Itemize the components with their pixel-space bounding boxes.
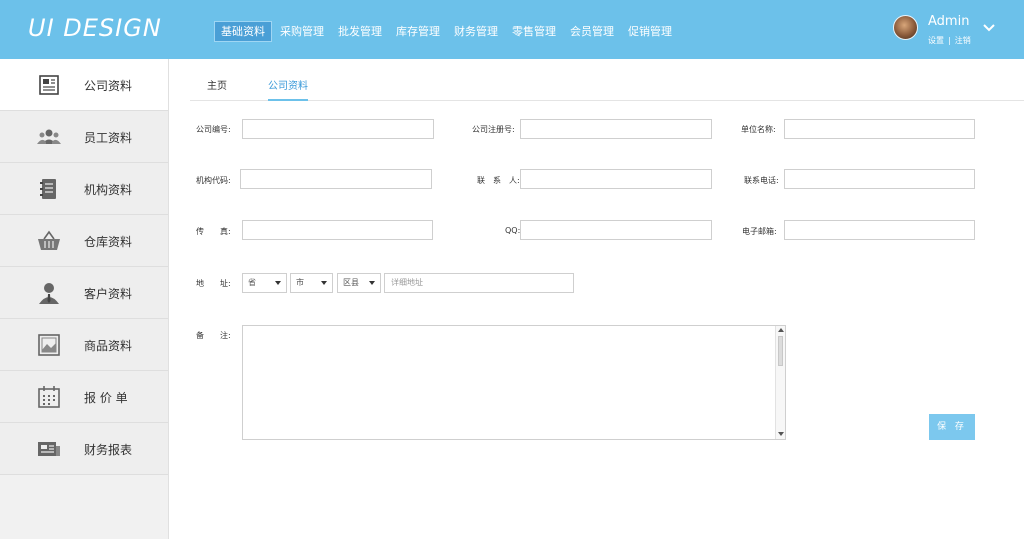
sidebar-item-label: 机构资料 bbox=[84, 183, 133, 197]
nav-purchase[interactable]: 采购管理 bbox=[274, 21, 330, 42]
users-icon bbox=[37, 129, 61, 144]
fax-label: 传 真: bbox=[196, 227, 231, 236]
sidebar-item-quotation[interactable]: 报 价 单 bbox=[0, 371, 168, 423]
top-header: UI DESIGN 基础资料 采购管理 批发管理 库存管理 财务管理 零售管理 … bbox=[0, 0, 1024, 59]
sidebar-item-label: 客户资料 bbox=[84, 287, 133, 301]
fax-input[interactable] bbox=[242, 220, 433, 240]
nav-wholesale[interactable]: 批发管理 bbox=[332, 21, 388, 42]
unit-name-label: 单位名称: bbox=[741, 125, 776, 134]
company-reg-label: 公司注册号: bbox=[472, 125, 515, 134]
sidebar-item-label: 仓库资料 bbox=[84, 235, 133, 249]
tab-company-info[interactable]: 公司资料 bbox=[268, 77, 308, 101]
sidebar-item-label: 公司资料 bbox=[84, 79, 133, 93]
sidebar-item-label: 商品资料 bbox=[84, 339, 133, 353]
address-label: 地 址: bbox=[196, 279, 231, 288]
customer-icon bbox=[39, 283, 59, 304]
company-no-label: 公司编号: bbox=[196, 125, 231, 134]
sidebar-item-customer[interactable]: 客户资料 bbox=[0, 267, 168, 319]
sidebar-item-products[interactable]: 商品资料 bbox=[0, 319, 168, 371]
scroll-down-icon[interactable] bbox=[778, 432, 784, 436]
remark-label: 备 注: bbox=[196, 331, 231, 340]
contact-phone-input[interactable] bbox=[784, 169, 975, 189]
nav-promotion[interactable]: 促销管理 bbox=[622, 21, 678, 42]
image-icon bbox=[38, 334, 60, 356]
city-value: 市 bbox=[296, 278, 304, 287]
sidebar-item-company[interactable]: 公司资料 bbox=[0, 59, 168, 111]
nav-membership[interactable]: 会员管理 bbox=[564, 21, 620, 42]
tab-bar: 主页 公司资料 bbox=[190, 72, 1024, 101]
unit-name-input[interactable] bbox=[784, 119, 975, 139]
sidebar-item-label: 报 价 单 bbox=[84, 391, 128, 405]
contact-input[interactable] bbox=[520, 169, 712, 189]
link-separator: | bbox=[948, 36, 951, 45]
user-links: 设置 | 注销 bbox=[926, 35, 973, 46]
sidebar-item-warehouse[interactable]: 仓库资料 bbox=[0, 215, 168, 267]
qq-label: QQ: bbox=[505, 226, 521, 235]
app-logo: UI DESIGN bbox=[28, 14, 162, 42]
city-select[interactable]: 市 bbox=[290, 273, 333, 293]
report-icon bbox=[38, 442, 60, 456]
scroll-up-icon[interactable] bbox=[778, 328, 784, 332]
email-label: 电子邮箱: bbox=[742, 227, 777, 236]
dropdown-arrow-icon bbox=[321, 281, 327, 285]
nav-basic-data[interactable]: 基础资料 bbox=[214, 21, 272, 42]
district-select[interactable]: 区县 bbox=[337, 273, 381, 293]
tab-home[interactable]: 主页 bbox=[207, 77, 227, 101]
sidebar-item-label: 员工资料 bbox=[84, 131, 133, 145]
sidebar-item-staff[interactable]: 员工资料 bbox=[0, 111, 168, 163]
save-button[interactable]: 保 存 bbox=[929, 414, 975, 440]
sidebar-item-organization[interactable]: 机构资料 bbox=[0, 163, 168, 215]
logout-link[interactable]: 注销 bbox=[955, 36, 971, 45]
newspaper-icon bbox=[39, 75, 59, 95]
chevron-down-icon[interactable] bbox=[982, 21, 996, 35]
contact-phone-label: 联系电话: bbox=[744, 176, 779, 185]
dropdown-arrow-icon bbox=[275, 281, 281, 285]
remark-textarea[interactable] bbox=[242, 325, 786, 440]
avatar[interactable] bbox=[893, 15, 918, 40]
main-nav: 基础资料 采购管理 批发管理 库存管理 财务管理 零售管理 会员管理 促销管理 bbox=[214, 21, 680, 42]
settings-link[interactable]: 设置 bbox=[928, 36, 944, 45]
dropdown-arrow-icon bbox=[369, 281, 375, 285]
notebook-icon bbox=[40, 179, 56, 199]
qq-input[interactable] bbox=[520, 220, 712, 240]
user-name: Admin bbox=[928, 14, 970, 29]
district-value: 区县 bbox=[343, 278, 359, 287]
org-code-label: 机构代码: bbox=[196, 176, 231, 185]
basket-icon bbox=[38, 230, 60, 250]
scroll-thumb[interactable] bbox=[778, 336, 783, 366]
email-input[interactable] bbox=[784, 220, 975, 240]
scrollbar[interactable] bbox=[775, 326, 785, 439]
province-select[interactable]: 省 bbox=[242, 273, 287, 293]
company-reg-input[interactable] bbox=[520, 119, 712, 139]
sidebar: 公司资料 员工资料 机构资料 仓库资料 客户资料 商品资料 报 价 单 财务报表 bbox=[0, 59, 169, 539]
nav-finance[interactable]: 财务管理 bbox=[448, 21, 504, 42]
nav-retail[interactable]: 零售管理 bbox=[506, 21, 562, 42]
address-detail-input[interactable]: 详细地址 bbox=[384, 273, 574, 293]
province-value: 省 bbox=[248, 278, 256, 287]
nav-inventory[interactable]: 库存管理 bbox=[390, 21, 446, 42]
calendar-icon bbox=[38, 386, 60, 408]
company-no-input[interactable] bbox=[242, 119, 434, 139]
contact-label: 联 系 人: bbox=[477, 176, 520, 185]
org-code-input[interactable] bbox=[240, 169, 432, 189]
sidebar-item-finance-report[interactable]: 财务报表 bbox=[0, 423, 168, 475]
sidebar-item-label: 财务报表 bbox=[84, 443, 133, 457]
